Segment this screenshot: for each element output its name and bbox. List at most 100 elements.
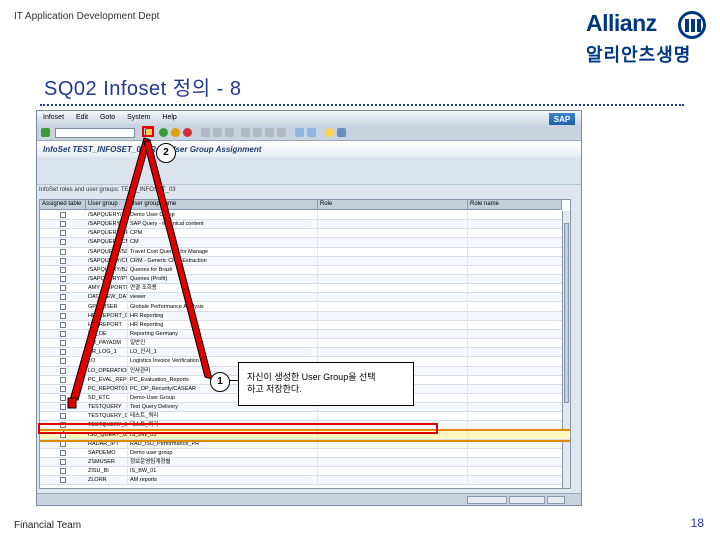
table-row[interactable]: ZSMUSER 정보운영팀계정별 bbox=[40, 458, 570, 468]
table-row[interactable]: /SAPQUERY/SD Travel Cost Queries for Mana… bbox=[40, 247, 570, 257]
cell-user-group-name: Travel Cost Queries for Manage bbox=[128, 247, 318, 257]
assign-checkbox[interactable] bbox=[60, 239, 66, 246]
assign-checkbox[interactable] bbox=[60, 285, 66, 292]
table-row[interactable]: HR_REPORT HR Reporting bbox=[40, 320, 570, 330]
assign-checkbox[interactable] bbox=[60, 257, 66, 264]
vertical-scrollbar[interactable] bbox=[562, 211, 570, 488]
assign-checkbox[interactable] bbox=[60, 330, 66, 337]
first-page-icon[interactable] bbox=[241, 128, 250, 137]
col-header-user-group-name[interactable]: User group name bbox=[128, 200, 318, 210]
assign-checkbox[interactable] bbox=[60, 312, 66, 319]
footer-label: Financial Team bbox=[14, 520, 82, 531]
assign-checkbox[interactable] bbox=[60, 212, 66, 218]
menu-infoset[interactable]: Infoset bbox=[43, 114, 64, 121]
assign-checkbox[interactable] bbox=[60, 376, 66, 383]
assign-checkbox[interactable] bbox=[60, 230, 66, 237]
table-row[interactable]: /SAPQUERY/AM Demo User Group bbox=[40, 211, 570, 221]
cell-user-group: PC_EVAL_REP bbox=[88, 375, 128, 385]
next-page-icon[interactable] bbox=[265, 128, 274, 137]
table-row[interactable]: /SAPQUERY/B1 SAP Query - technical conten… bbox=[40, 220, 570, 230]
col-header-role[interactable]: Role bbox=[318, 200, 468, 210]
exit-icon[interactable] bbox=[171, 128, 180, 137]
assign-checkbox[interactable] bbox=[60, 395, 66, 401]
menu-edit[interactable]: Edit bbox=[76, 114, 88, 121]
layout-icon[interactable] bbox=[337, 128, 346, 137]
table-row[interactable]: HR_PAYADM 일반인 bbox=[40, 339, 570, 349]
table-row[interactable]: /SAPQUERY/CR CRM - Generic CRM Extraction bbox=[40, 256, 570, 266]
find-icon[interactable] bbox=[213, 128, 222, 137]
menu-system[interactable]: System bbox=[127, 114, 150, 121]
cell-user-group-name: Demo User Group bbox=[128, 211, 318, 220]
table-row[interactable]: /SAPQUERY/PY Queries (Profit) bbox=[40, 275, 570, 285]
cell-role bbox=[318, 220, 468, 230]
col-header-user-group[interactable]: User group bbox=[86, 200, 128, 210]
cell-user-group-name: SAP Query - technical content bbox=[128, 220, 318, 230]
col-header-assigned[interactable]: Assigned table bbox=[40, 200, 86, 210]
table-row[interactable]: /SAPQUERY/BZ Queries for Brazil bbox=[40, 265, 570, 276]
cell-user-group: /SAPQUERY/AM bbox=[88, 211, 128, 220]
find-next-icon[interactable] bbox=[225, 128, 234, 137]
table-row[interactable]: /SAPQUERY/CP CPM bbox=[40, 229, 570, 239]
cell-user-group: HR_LOG_1 bbox=[86, 348, 128, 358]
cell-role bbox=[318, 284, 468, 294]
table-row[interactable]: ZISU_BI IS_BW_01 bbox=[40, 467, 570, 477]
assign-checkbox[interactable] bbox=[60, 440, 66, 447]
table-row[interactable]: HR_DE Reporting Germany bbox=[40, 329, 570, 340]
table-row[interactable]: SAPDEMO Demo user group bbox=[40, 448, 570, 459]
cell-user-group-name: Demo user group bbox=[128, 448, 318, 458]
assign-checkbox[interactable] bbox=[60, 367, 66, 374]
assign-checkbox[interactable] bbox=[60, 266, 66, 273]
menu-goto[interactable]: Goto bbox=[100, 114, 115, 121]
assign-checkbox[interactable] bbox=[60, 413, 66, 420]
assign-checkbox[interactable] bbox=[60, 449, 66, 456]
enter-icon[interactable] bbox=[41, 128, 50, 137]
cell-user-group-name: HR Reporting bbox=[128, 311, 318, 321]
menu-help[interactable]: Help bbox=[162, 114, 176, 121]
assign-checkbox[interactable] bbox=[60, 221, 66, 228]
assign-checkbox[interactable] bbox=[60, 276, 66, 283]
assign-checkbox[interactable] bbox=[60, 404, 66, 411]
new-session-icon[interactable] bbox=[295, 128, 304, 137]
cell-role bbox=[318, 311, 468, 321]
assign-checkbox[interactable] bbox=[60, 294, 66, 301]
cancel-icon[interactable] bbox=[183, 128, 192, 137]
print-icon[interactable] bbox=[201, 128, 210, 137]
cell-user-group: ZISU_BI bbox=[86, 467, 128, 477]
table-row[interactable]: TESTQUERY_01 테스트_쿼리 bbox=[40, 412, 570, 422]
scrollbar-thumb[interactable] bbox=[564, 223, 569, 403]
assign-checkbox[interactable] bbox=[60, 248, 66, 255]
assign-checkbox[interactable] bbox=[60, 303, 66, 310]
cell-user-group: /SAPQUERY/SD bbox=[88, 247, 128, 257]
cell-user-group: LO bbox=[86, 357, 128, 367]
table-row[interactable]: AMY_REPORT01 연결 조회용 bbox=[40, 284, 570, 294]
assign-checkbox[interactable] bbox=[60, 459, 66, 466]
page-number: 18 bbox=[690, 516, 704, 530]
col-header-role-name[interactable]: Role name bbox=[468, 200, 562, 210]
last-page-icon[interactable] bbox=[277, 128, 286, 137]
prev-page-icon[interactable] bbox=[253, 128, 262, 137]
assign-checkbox[interactable] bbox=[60, 358, 66, 365]
table-row[interactable]: HR_LOG_1 LO_인사_1 bbox=[40, 348, 570, 358]
table-row[interactable]: DATAVIEW_DATA viewer bbox=[40, 293, 570, 303]
assign-checkbox[interactable] bbox=[60, 349, 66, 356]
cell-role bbox=[318, 247, 468, 257]
instruction-callout: 자신이 생성한 User Group을 선택 하고 저장한다. bbox=[238, 362, 414, 406]
command-field[interactable] bbox=[55, 128, 135, 138]
assign-checkbox[interactable] bbox=[60, 468, 66, 475]
help-icon[interactable] bbox=[325, 128, 334, 137]
application-toolbar bbox=[37, 157, 581, 185]
table-row[interactable]: /SAPQUERY/CM CM bbox=[40, 238, 570, 248]
allianz-logo: Allianz 알리안츠생명 bbox=[586, 10, 710, 68]
table-row[interactable]: RADAR_IPT RAD_ISU_Performance_PR bbox=[40, 439, 570, 449]
assign-checkbox[interactable] bbox=[60, 340, 66, 347]
assign-checkbox[interactable] bbox=[60, 477, 66, 484]
cell-user-group: PC_REPORT01 bbox=[88, 384, 128, 394]
back-icon[interactable] bbox=[159, 128, 168, 137]
table-row[interactable]: ZLORR AM reports bbox=[40, 476, 570, 486]
table-row[interactable]: HR_REPORT_01 HR Reporting bbox=[40, 311, 570, 321]
shortcut-icon[interactable] bbox=[307, 128, 316, 137]
assign-checkbox[interactable] bbox=[60, 321, 66, 328]
assign-checkbox[interactable] bbox=[60, 385, 66, 392]
cell-user-group-name: Queries for Brazil bbox=[128, 265, 318, 275]
table-row[interactable]: GPA_USER Globale Performance Analysis bbox=[40, 302, 570, 312]
